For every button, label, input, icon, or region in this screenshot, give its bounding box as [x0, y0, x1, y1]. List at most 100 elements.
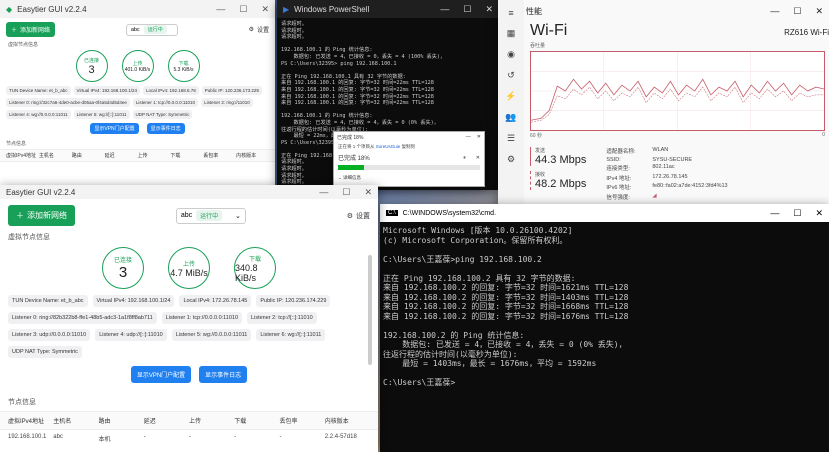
copy-message: 正在将 1 个项目从 SoreUsGuie 复制到 [338, 144, 416, 149]
task-manager-sidebar: ≡ ▦ ◉ ↺ ⚡ 👥 ☰ ⚙ [498, 0, 524, 213]
column-header[interactable]: 路由 [72, 152, 105, 159]
task-manager-window[interactable]: ≡ ▦ ◉ ↺ ⚡ 👥 ☰ ⚙ 性能 — ☐ ✕ Wi-Fi RZ616 Wi-Fi … [498, 0, 829, 213]
menu-icon[interactable]: ≡ [508, 8, 513, 18]
column-header[interactable]: 延迟 [144, 416, 189, 425]
maximize-icon[interactable]: ☐ [793, 208, 801, 219]
pause-icon[interactable]: ⏸ [463, 155, 466, 161]
title-bar[interactable]: ▶ Windows PowerShell — ☐ ✕ [277, 0, 499, 18]
minimize-icon[interactable]: — [770, 6, 779, 17]
close-icon[interactable]: ✕ [815, 6, 823, 17]
column-header[interactable]: 下载 [234, 416, 279, 425]
maximize-icon[interactable]: ☐ [342, 187, 350, 198]
info-tag: Virtual IPv4: 192.168.100.1/24 [92, 295, 175, 307]
info-value: SYSU-SECURE [652, 156, 693, 163]
show-vpn-button[interactable]: 显示VPN门户配置 [130, 366, 192, 383]
network-select[interactable]: abc 运行中 [125, 23, 178, 36]
graph-time-right: 0 [822, 132, 825, 138]
receive-stat: 接收 48.2 Mbps [530, 171, 586, 190]
connected-stat: 已连接 3 [102, 247, 144, 289]
column-header[interactable]: 内核版本 [236, 152, 269, 159]
minimize-icon[interactable]: — [466, 134, 471, 140]
terminal-output[interactable]: Microsoft Windows [版本 10.0.26100.4202] (… [380, 222, 829, 392]
peer-table-header: 虚拟IPv4地址 主机名 路由 延迟 上传 下载 丢包率 内核版本 [0, 411, 378, 430]
percent-text: 已完成 18% [338, 156, 370, 162]
close-icon[interactable]: ✕ [815, 208, 823, 219]
info-value: 802.11ac [652, 164, 675, 170]
column-header[interactable]: 上传 [138, 152, 171, 159]
maximize-icon[interactable]: ☐ [239, 4, 247, 15]
settings-button[interactable]: ⚙ 设置 [249, 25, 269, 34]
add-network-button[interactable]: ＋添加新网络 [6, 22, 56, 37]
column-header[interactable]: 主机名 [53, 416, 98, 425]
title-bar[interactable]: Easytier GUI v2.2.4 — ☐ ✕ [0, 185, 378, 199]
title-bar[interactable]: 已完成 18% — ✕ [334, 132, 484, 142]
cancel-icon[interactable]: ✕ [476, 155, 480, 161]
column-header[interactable]: 丢包率 [280, 416, 325, 425]
minimize-icon[interactable]: — [319, 187, 328, 198]
title-bar[interactable]: C:\ C:\WINDOWS\system32\cmd. — ☐ ✕ [380, 204, 829, 222]
maximize-icon[interactable]: ☐ [793, 6, 801, 17]
network-select[interactable]: abc 运行中 ⌄ [175, 207, 246, 224]
details-icon[interactable]: ☰ [507, 133, 515, 144]
close-icon[interactable]: ✕ [364, 187, 372, 198]
info-tag: Public IP: 120.236.174.229 [256, 295, 331, 307]
table-cell: - [279, 434, 282, 440]
progress-dialog[interactable]: 已完成 18% — ✕ 正在将 1 个项目从 SoreUsGuie 复制到 已完成… [333, 131, 485, 187]
close-icon[interactable]: ✕ [261, 4, 269, 15]
plus-icon: ＋ [16, 211, 24, 220]
minimize-icon[interactable]: — [216, 4, 225, 15]
adapter-name: RZ616 Wi-Fi [784, 28, 829, 37]
info-tag: Listener 2: ring://11010 [201, 98, 253, 107]
info-tag: Public IP: 120.236.173.229 [201, 86, 262, 95]
show-events-button[interactable]: 显示事件日志 [199, 366, 248, 383]
processes-icon[interactable]: ▦ [507, 28, 516, 39]
details-toggle[interactable]: ⌄ 详细信息 [334, 172, 484, 184]
close-icon[interactable]: ✕ [485, 4, 493, 15]
history-icon[interactable]: ↺ [507, 70, 515, 81]
info-value: WLAN [652, 147, 669, 153]
easytier-window[interactable]: Easytier GUI v2.2.4 — ☐ ✕ ＋添加新网络 abc 运行中 ⌄ ⚙… [0, 185, 378, 452]
section-label: 虚拟节点信息 [8, 42, 39, 48]
column-header[interactable]: 内核版本 [325, 416, 370, 425]
column-header[interactable]: 丢包率 [203, 152, 236, 159]
table-cell: - [234, 434, 237, 440]
startup-icon[interactable]: ⚡ [505, 91, 516, 102]
info-key: SSID: [606, 156, 621, 163]
column-header[interactable]: 路由 [99, 416, 144, 425]
column-header[interactable]: 主机名 [39, 152, 72, 159]
window-title: Windows PowerShell [294, 4, 370, 14]
adapter-info: 适配器名称: WLAN SSID: SYSU-SECURE 连接类型: 802.11ac I… [606, 147, 727, 201]
column-header[interactable]: 虚拟IPv4地址 [8, 416, 53, 425]
show-events-button[interactable]: 显示事件日志 [146, 123, 185, 134]
users-icon[interactable]: 👥 [505, 112, 516, 123]
performance-icon[interactable]: ◉ [507, 49, 515, 60]
info-tag: Listener 4: wg://0.0.0.0:11011 [6, 110, 71, 119]
throughput-line [530, 52, 825, 130]
table-row[interactable]: 192.168.100.1 abc 本机 - - - - 2.2.4-57d18 [0, 430, 378, 447]
info-tag: Listener 4: udp://[::]:11010 [95, 329, 167, 341]
signal-icon: ◢ [652, 192, 657, 199]
settings-button[interactable]: ⚙ 设置 [347, 211, 370, 221]
status-badge: 运行中 [196, 210, 223, 221]
title-bar[interactable]: ◆ Easytier GUI v2.2.4 — ☐ ✕ [0, 0, 275, 18]
close-icon[interactable]: ✕ [477, 134, 481, 140]
services-icon[interactable]: ⚙ [507, 154, 515, 165]
column-header[interactable]: 虚拟IPv4地址 [6, 152, 39, 159]
column-header[interactable]: 延迟 [105, 152, 138, 159]
show-vpn-button[interactable]: 显示VPN门户配置 [90, 123, 139, 134]
info-key: IPv4 地址: [606, 175, 632, 182]
cmd-window[interactable]: C:\ C:\WINDOWS\system32\cmd. — ☐ ✕ Microso… [380, 204, 829, 452]
scrollbar[interactable] [368, 255, 372, 365]
title-bar[interactable]: 性能 — ☐ ✕ [498, 0, 829, 22]
minimize-icon[interactable]: — [440, 4, 449, 15]
maximize-icon[interactable]: ☐ [463, 4, 471, 15]
add-network-button[interactable]: ＋添加新网络 [8, 205, 75, 226]
info-tag: TUN Device Name: et_b_abc [6, 86, 71, 95]
column-header[interactable]: 下载 [170, 152, 203, 159]
upload-stat: 上传 401.0 KiB/s [121, 50, 154, 82]
info-tag: Listener 5: wg://[::]:11011 [73, 110, 130, 119]
column-header[interactable]: 上传 [189, 416, 234, 425]
easytier-window-back[interactable]: ◆ Easytier GUI v2.2.4 — ☐ ✕ ＋添加新网络 abc 运行中 … [0, 0, 275, 190]
source-link[interactable]: SoreUsGuie [376, 144, 401, 149]
minimize-icon[interactable]: — [770, 208, 779, 219]
